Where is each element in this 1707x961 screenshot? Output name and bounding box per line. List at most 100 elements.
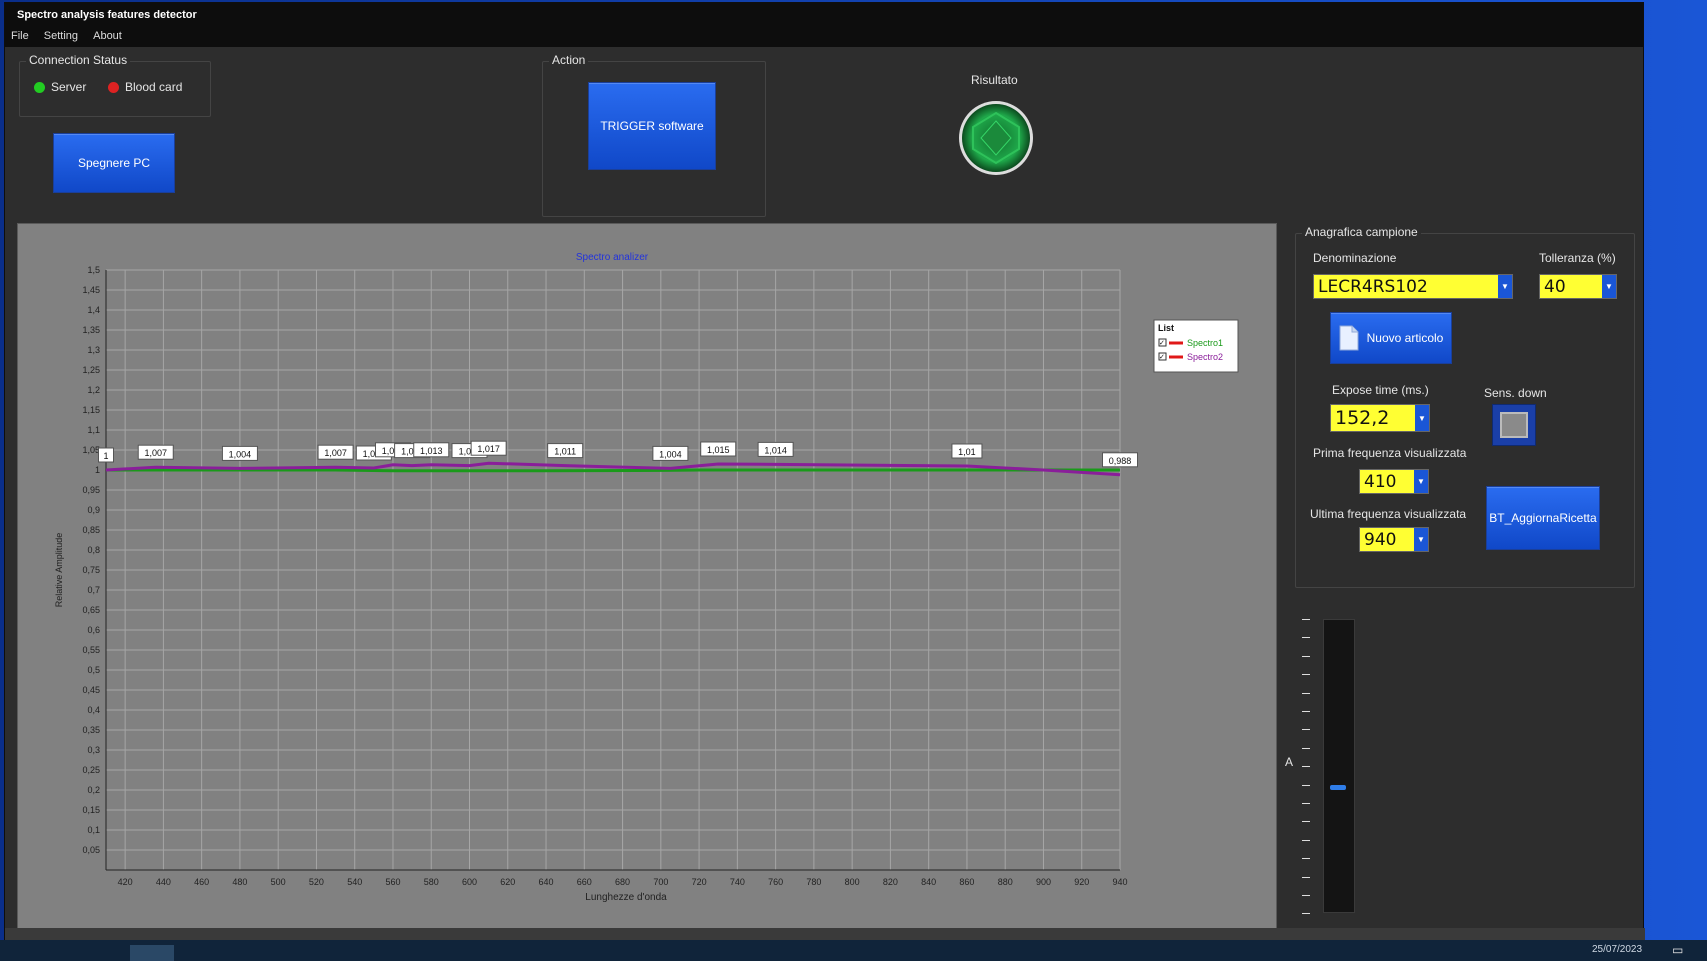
menu-bar: File Setting About xyxy=(5,27,1643,47)
chart-canvas: 420 440 460 480 500 520 540 560 580 600 620 640 660 6… xyxy=(54,252,1239,903)
tolerance-value: 40 xyxy=(1544,276,1566,297)
y-tick-label: 0,1 xyxy=(87,825,100,835)
slider-tick xyxy=(1302,619,1310,620)
menu-setting[interactable]: Setting xyxy=(38,27,84,42)
x-tick-label: 480 xyxy=(232,877,247,887)
y-tick-label: 0,05 xyxy=(82,845,100,855)
y-tick-label: 0,6 xyxy=(87,625,100,635)
sample-registry-group: Anagrafica campione Denominazione LECR4R… xyxy=(1295,225,1635,588)
slider-label: A xyxy=(1285,755,1294,769)
y-tick-label: 1 xyxy=(95,465,100,475)
tolerance-combo[interactable]: 40 ▼ xyxy=(1539,274,1617,299)
slider-tick xyxy=(1302,674,1310,676)
y-tick-label: 1,4 xyxy=(87,305,100,315)
data-label: 1,007 xyxy=(144,448,167,458)
y-tick-label: 0,55 xyxy=(82,645,100,655)
server-status-led-icon xyxy=(34,82,45,94)
legend-entry: Spectro2 xyxy=(1187,352,1223,362)
chevron-down-icon[interactable]: ▼ xyxy=(1498,275,1512,298)
x-tick-label: 780 xyxy=(806,877,821,887)
y-tick-label: 0,9 xyxy=(87,505,100,515)
slider-thumb[interactable] xyxy=(1330,785,1346,790)
y-tick-label: 0,25 xyxy=(82,765,100,775)
x-tick-label: 620 xyxy=(500,877,515,887)
x-tick-label: 560 xyxy=(385,877,400,887)
app-window: Spectro analysis features detector File … xyxy=(4,2,1645,941)
expose-time-value: 152,2 xyxy=(1335,407,1390,429)
document-icon xyxy=(1339,325,1359,351)
update-recipe-button[interactable]: BT_AggiornaRicetta xyxy=(1486,486,1600,550)
tolerance-label: Tolleranza (%) xyxy=(1539,251,1616,265)
connection-status-legend: Connection Status xyxy=(26,53,131,67)
slider-tick xyxy=(1302,858,1310,860)
data-label: 1,013 xyxy=(420,446,443,456)
slider-tick xyxy=(1302,729,1310,731)
y-tick-label: 0,35 xyxy=(82,725,100,735)
checkmark-icon: ✓ xyxy=(1159,339,1165,347)
y-tick-label: 0,75 xyxy=(82,565,100,575)
sens-down-toggle[interactable] xyxy=(1492,404,1536,446)
window-title: Spectro analysis features detector xyxy=(5,3,1643,27)
first-freq-value: 410 xyxy=(1364,471,1397,492)
trigger-software-button[interactable]: TRIGGER software xyxy=(588,82,716,170)
x-tick-label: 720 xyxy=(692,877,707,887)
blood-card-status: Blood card xyxy=(108,80,182,94)
slider-tick xyxy=(1302,711,1310,712)
checkmark-icon: ✓ xyxy=(1159,353,1165,361)
connection-status-group: Connection Status Server Blood card xyxy=(19,53,211,117)
denomination-label: Denominazione xyxy=(1313,251,1397,265)
blood-card-label: Blood card xyxy=(125,80,183,94)
y-tick-label: 1,05 xyxy=(82,445,100,455)
x-tick-label: 600 xyxy=(462,877,477,887)
denomination-combo[interactable]: LECR4RS102 ▼ xyxy=(1313,274,1513,299)
slider-tick xyxy=(1302,876,1310,878)
new-article-label: Nuovo articolo xyxy=(1366,331,1444,345)
y-tick-label: 1,3 xyxy=(87,345,100,355)
menu-about[interactable]: About xyxy=(87,27,128,42)
server-label: Server xyxy=(51,80,87,94)
data-label: 1,004 xyxy=(659,449,682,459)
spectro-chart: 420 440 460 480 500 520 540 560 580 600 620 640 660 6… xyxy=(17,223,1277,929)
taskbar: 25/07/2023 ▭ xyxy=(0,940,1707,961)
chevron-down-icon[interactable]: ▼ xyxy=(1602,275,1616,298)
slider-tick xyxy=(1302,766,1310,768)
y-tick-label: 0,2 xyxy=(87,785,100,795)
menu-file[interactable]: File xyxy=(5,27,35,42)
x-tick-label: 440 xyxy=(156,877,171,887)
slider-tick xyxy=(1302,637,1310,639)
expose-time-field[interactable]: 152,2 ▼ xyxy=(1330,404,1430,432)
x-tick-label: 860 xyxy=(959,877,974,887)
y-tick-label: 1,45 xyxy=(82,285,100,295)
data-label: 1,014 xyxy=(764,445,787,455)
slider-tick xyxy=(1302,803,1310,804)
notification-icon[interactable]: ▭ xyxy=(1672,943,1683,957)
x-tick-label: 700 xyxy=(653,877,668,887)
chevron-down-icon[interactable]: ▼ xyxy=(1415,405,1429,431)
last-freq-label: Ultima frequenza visualizzata xyxy=(1310,507,1467,521)
last-freq-field[interactable]: 940 ▼ xyxy=(1359,527,1429,552)
x-tick-label: 520 xyxy=(309,877,324,887)
taskbar-app-item[interactable] xyxy=(130,945,174,961)
first-freq-field[interactable]: 410 ▼ xyxy=(1359,469,1429,494)
chevron-down-icon[interactable]: ▼ xyxy=(1414,470,1428,493)
x-tick-label: 500 xyxy=(271,877,286,887)
slider-tick xyxy=(1302,747,1310,749)
slider-tick xyxy=(1302,692,1310,694)
y-axis-label: Relative Amplitude xyxy=(54,533,64,608)
shutdown-pc-button[interactable]: Spegnere PC xyxy=(53,133,175,193)
y-tick-label: 0,95 xyxy=(82,485,100,495)
x-tick-label: 760 xyxy=(768,877,783,887)
action-group: Action TRIGGER software xyxy=(542,53,766,217)
data-label: 1,017 xyxy=(477,444,500,454)
x-tick-label: 880 xyxy=(998,877,1013,887)
data-label: 1,01 xyxy=(958,447,976,457)
desktop: Spectro analysis features detector File … xyxy=(0,0,1707,961)
new-article-button[interactable]: Nuovo articolo xyxy=(1330,312,1452,364)
chevron-down-icon[interactable]: ▼ xyxy=(1414,528,1428,551)
vertical-slider[interactable] xyxy=(1323,619,1355,913)
data-label: 1,015 xyxy=(707,445,730,455)
data-label: 1,004 xyxy=(229,449,252,459)
chart-title: Spectro analizer xyxy=(576,252,649,263)
result-indicator-icon xyxy=(959,101,1033,175)
slider-tick xyxy=(1302,784,1310,786)
